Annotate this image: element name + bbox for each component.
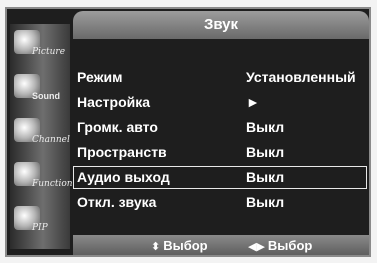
submenu-arrow-icon: ► (246, 94, 260, 110)
setting-label: Настройка (77, 94, 151, 110)
hint-move-label: Выбор (163, 238, 208, 253)
sidebar-item-function[interactable]: Function (10, 156, 73, 200)
setting-row-surround[interactable]: Пространств Выкл (73, 141, 367, 164)
setting-value: Выкл (246, 169, 285, 185)
sidebar-item-sound[interactable]: Sound (10, 68, 70, 112)
setting-value: Установленный (246, 69, 356, 85)
setting-label: Громк. авто (77, 119, 158, 135)
setting-label: Аудио выход (77, 169, 170, 185)
setting-row-mute[interactable]: Откл. звука Выкл (73, 191, 367, 214)
setting-label: Пространств (77, 144, 167, 160)
help-bar: ⬍ Выбор ◀▶ Выбор (73, 235, 369, 255)
setting-row-auto-volume[interactable]: Громк. авто Выкл (73, 116, 367, 139)
sidebar-item-pip[interactable]: PIP (10, 200, 70, 244)
settings-list: Режим Установленный Настройка ► Громк. а… (73, 41, 369, 231)
setting-label: Откл. звука (77, 194, 157, 210)
sidebar-item-label: PIP (32, 223, 48, 233)
tv-screen: Звук Picture Sound Channel Function PIP (0, 0, 377, 263)
hint-move: ⬍ Выбор (151, 235, 208, 255)
sidebar-item-picture[interactable]: Picture (10, 24, 70, 68)
hint-select: ◀▶ Выбор (248, 235, 313, 255)
setting-row-mode[interactable]: Режим Установленный (73, 66, 367, 89)
sidebar-item-label: Sound (32, 91, 60, 101)
sidebar-item-channel[interactable]: Channel (10, 112, 70, 156)
setting-label: Режим (77, 69, 123, 85)
up-down-arrow-icon: ⬍ (151, 241, 161, 253)
sidebar-item-label: Function (32, 179, 73, 189)
left-right-arrow-icon: ◀▶ (248, 241, 265, 253)
hint-select-label: Выбор (267, 238, 313, 253)
sidebar-item-label: Picture (32, 47, 66, 57)
sidebar: Picture Sound Channel Function PIP (10, 24, 73, 249)
osd-menu: Звук Picture Sound Channel Function PIP (5, 7, 371, 257)
setting-value: Выкл (246, 194, 285, 210)
setting-row-audio-out[interactable]: Аудио выход Выкл (73, 166, 367, 189)
setting-value: Выкл (246, 119, 285, 135)
setting-row-equalizer[interactable]: Настройка ► (73, 91, 367, 114)
setting-value: Выкл (246, 144, 285, 160)
sidebar-item-label: Channel (32, 135, 70, 145)
menu-title: Звук (73, 11, 369, 39)
